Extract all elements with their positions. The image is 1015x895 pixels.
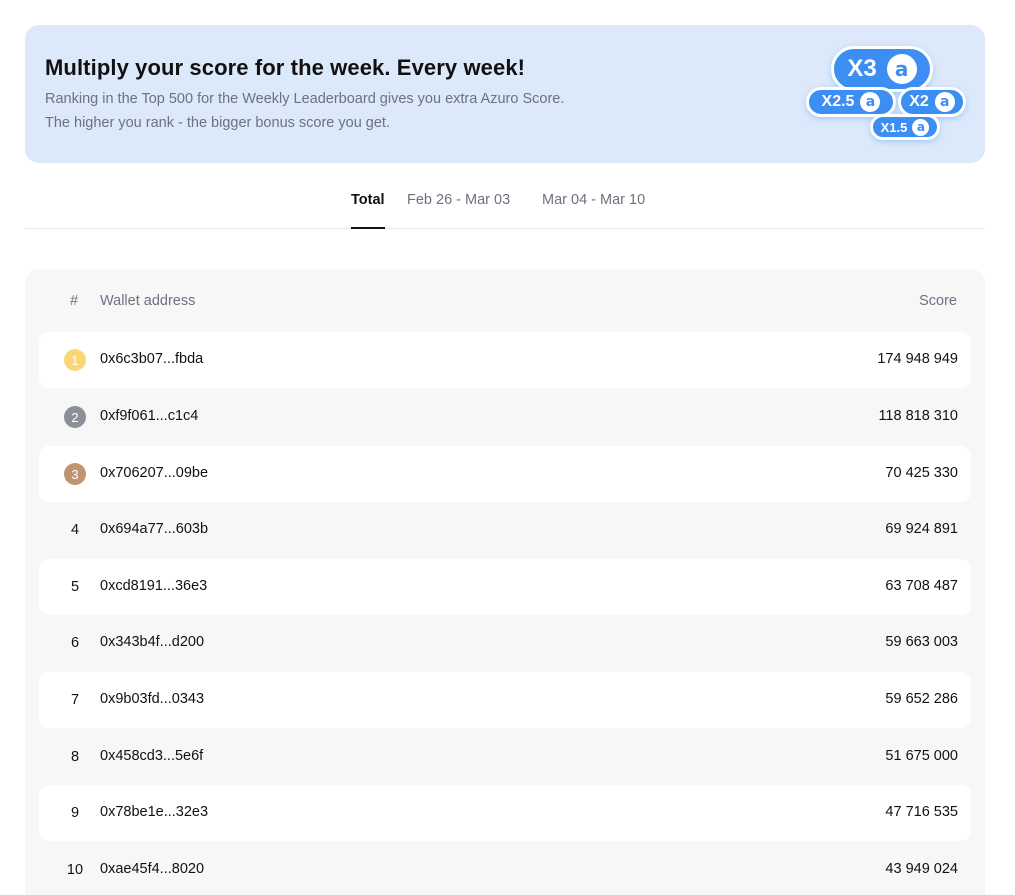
score-value: 63 708 487 — [885, 578, 958, 594]
score-value: 174 948 949 — [877, 351, 958, 367]
bronze-medal-icon: 3 — [64, 463, 86, 485]
wallet-address: 0x78be1e...32e3 — [100, 804, 209, 820]
rank-number: 8 — [70, 749, 80, 765]
column-header-rank: # — [70, 293, 79, 309]
rank-number: 7 — [70, 692, 80, 708]
table-row[interactable]: 7 0x9b03fd...0343 59 652 286 — [39, 672, 971, 728]
wallet-address: 0x706207...09be — [100, 465, 209, 481]
gold-medal-icon: 1 — [64, 349, 86, 371]
banner-title: Multiply your score for the week. Every … — [45, 55, 526, 80]
azuro-logo-icon: a — [934, 92, 955, 112]
rank-number: 4 — [70, 522, 80, 538]
table-row[interactable]: 10 0xae45f4...8020 43 949 024 — [39, 842, 971, 895]
azuro-logo-icon: a — [860, 92, 881, 112]
multiplier-badge-x3: X3 a — [831, 46, 933, 92]
multiplier-label: X2 — [909, 93, 929, 110]
banner-description-line-1: Ranking in the Top 500 for the Weekly Le… — [45, 91, 565, 107]
wallet-address: 0x458cd3...5e6f — [100, 748, 204, 764]
wallet-address: 0xcd8191...36e3 — [100, 578, 208, 594]
azuro-logo-icon: a — [886, 54, 917, 84]
score-value: 118 818 310 — [878, 408, 958, 424]
table-row[interactable]: 3 0x706207...09be 70 425 330 — [39, 446, 971, 502]
score-value: 59 652 286 — [885, 691, 958, 707]
tab-feb-26-mar-03[interactable]: Feb 26 - Mar 03 — [407, 192, 510, 229]
wallet-address: 0x6c3b07...fbda — [100, 351, 204, 367]
column-header-score: Score — [919, 293, 957, 309]
leaderboard-table: # Wallet address Score 1 0x6c3b07...fbda… — [25, 269, 985, 895]
multiplier-label: X2.5 — [821, 93, 855, 110]
rank-number: 10 — [66, 862, 84, 878]
multiplier-badge-x2: X2 a — [898, 87, 966, 117]
rank-number: 9 — [70, 805, 80, 821]
rank-number: 6 — [70, 635, 80, 651]
score-value: 70 425 330 — [885, 465, 958, 481]
column-header-wallet: Wallet address — [100, 293, 196, 309]
table-row[interactable]: 4 0x694a77...603b 69 924 891 — [39, 502, 971, 558]
table-row[interactable]: 2 0xf9f061...c1c4 118 818 310 — [39, 389, 971, 445]
wallet-address: 0x343b4f...d200 — [100, 634, 205, 650]
table-row[interactable]: 9 0x78be1e...32e3 47 716 535 — [39, 785, 971, 841]
tab-mar-04-mar-10[interactable]: Mar 04 - Mar 10 — [542, 192, 645, 229]
score-value: 69 924 891 — [885, 521, 958, 537]
weekly-multiplier-banner: Multiply your score for the week. Every … — [25, 25, 985, 163]
azuro-logo-icon: a — [912, 118, 930, 136]
wallet-address: 0x9b03fd...0343 — [100, 691, 205, 707]
table-row[interactable]: 6 0x343b4f...d200 59 663 003 — [39, 615, 971, 671]
score-value: 47 716 535 — [885, 804, 958, 820]
silver-medal-icon: 2 — [64, 406, 86, 428]
wallet-address: 0xf9f061...c1c4 — [100, 408, 199, 424]
wallet-address: 0x694a77...603b — [100, 521, 209, 537]
rank-number: 5 — [70, 579, 80, 595]
multiplier-badge-x1-5: X1.5 a — [870, 114, 940, 140]
leaderboard-tabs: Total Feb 26 - Mar 03 Mar 04 - Mar 10 — [25, 183, 985, 229]
multiplier-label: X1.5 — [880, 119, 908, 135]
wallet-address: 0xae45f4...8020 — [100, 861, 205, 877]
table-row[interactable]: 5 0xcd8191...36e3 63 708 487 — [39, 559, 971, 615]
multiplier-badge-x2-5: X2.5 a — [806, 87, 896, 117]
score-value: 59 663 003 — [885, 634, 958, 650]
table-row[interactable]: 8 0x458cd3...5e6f 51 675 000 — [39, 729, 971, 785]
tab-total[interactable]: Total — [351, 192, 385, 229]
multiplier-label: X3 — [847, 55, 877, 82]
banner-description-line-2: The higher you rank - the bigger bonus s… — [45, 115, 390, 131]
score-value: 43 949 024 — [885, 861, 958, 877]
score-value: 51 675 000 — [885, 748, 958, 764]
table-row[interactable]: 1 0x6c3b07...fbda 174 948 949 — [39, 332, 971, 388]
